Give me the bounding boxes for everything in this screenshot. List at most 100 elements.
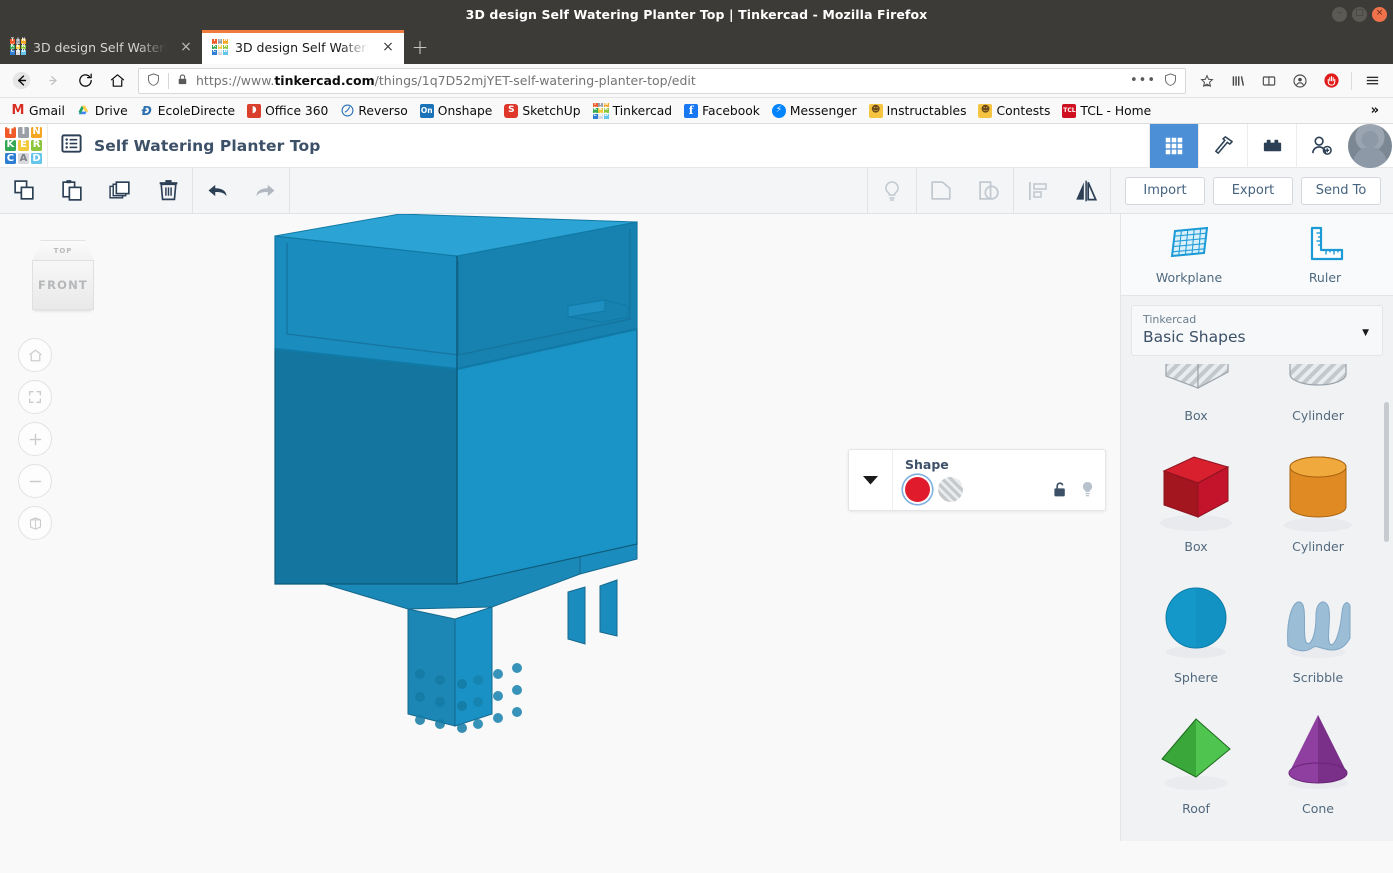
browser-toolbar-right bbox=[1192, 67, 1387, 95]
close-button[interactable]: × bbox=[1372, 7, 1387, 22]
library-select[interactable]: Tinkercad Basic Shapes ▼ bbox=[1131, 305, 1383, 356]
shape-panel-collapse-icon[interactable] bbox=[849, 450, 893, 510]
bookmark-label: Messenger bbox=[790, 104, 857, 118]
bookmark-contests[interactable]: ☻ Contests bbox=[973, 102, 1055, 120]
mirror-icon[interactable] bbox=[1062, 168, 1110, 214]
fit-to-view-icon[interactable] bbox=[18, 380, 52, 414]
duplicate-icon[interactable] bbox=[96, 168, 144, 214]
tab-close-icon[interactable]: × bbox=[178, 40, 194, 54]
window-titlebar: 3D design Self Watering Planter Top | Ti… bbox=[0, 0, 1393, 28]
bookmark-office360[interactable]: ◗ Office 360 bbox=[242, 102, 333, 120]
hammer-icon[interactable] bbox=[1198, 124, 1247, 168]
office360-icon: ◗ bbox=[247, 104, 261, 118]
shape-item-hole-cylinder[interactable]: Cylinder bbox=[1257, 364, 1379, 441]
star-icon[interactable] bbox=[1192, 67, 1222, 95]
shape-item-box[interactable]: Box bbox=[1135, 441, 1257, 572]
bookmark-tcl-home[interactable]: TCL TCL - Home bbox=[1057, 102, 1156, 120]
maximize-icon: □ bbox=[1355, 9, 1364, 18]
home-view-icon[interactable] bbox=[18, 338, 52, 372]
bookmark-onshape[interactable]: On Onshape bbox=[415, 102, 498, 120]
url-text[interactable]: https://www.tinkercad.com/things/1q7D52m… bbox=[196, 73, 1123, 88]
view-cube-top-label: TOP bbox=[54, 247, 73, 255]
import-button[interactable]: Import bbox=[1125, 177, 1205, 205]
paste-icon[interactable] bbox=[48, 168, 96, 214]
shapes-grid[interactable]: Box Cylinder bbox=[1121, 364, 1393, 841]
shapes-scrollbar[interactable] bbox=[1384, 402, 1389, 542]
shape-label: Sphere bbox=[1174, 664, 1218, 703]
close-icon: × bbox=[1376, 9, 1384, 18]
library-collection: Basic Shapes bbox=[1143, 328, 1371, 346]
bookmark-drive[interactable]: Drive bbox=[72, 102, 133, 120]
bookmark-instructables[interactable]: ☻ Instructables bbox=[864, 102, 972, 120]
bookmark-ecoledirecte[interactable]: Ɖ EcoleDirecte bbox=[135, 102, 240, 120]
shield-icon[interactable] bbox=[146, 72, 161, 90]
new-tab-button[interactable]: + bbox=[404, 30, 436, 64]
page-title[interactable]: Self Watering Planter Top bbox=[94, 137, 320, 155]
invite-person-icon[interactable] bbox=[1296, 124, 1345, 168]
zoom-out-icon[interactable] bbox=[18, 464, 52, 498]
trash-icon[interactable] bbox=[144, 168, 192, 214]
home-icon[interactable] bbox=[102, 67, 132, 95]
reload-icon[interactable] bbox=[70, 67, 100, 95]
editor-toolbar: Import Export Send To bbox=[0, 168, 1393, 214]
solid-color-swatch[interactable] bbox=[905, 477, 930, 502]
library-icon[interactable] bbox=[1223, 67, 1253, 95]
editor-canvas-area[interactable]: TOP FRONT Workplane bbox=[0, 214, 1393, 841]
view-cube[interactable]: TOP FRONT bbox=[22, 240, 106, 314]
sidebar-icon[interactable] bbox=[1254, 67, 1284, 95]
avatar[interactable] bbox=[1348, 124, 1392, 168]
tinkercad-logo[interactable]: T I N K E R C A D bbox=[0, 124, 48, 168]
gmail-icon: M bbox=[11, 104, 25, 118]
tab-close-icon[interactable]: × bbox=[380, 40, 396, 54]
browser-tab-1[interactable]: TIN KER CAD 3D design Self Watering × bbox=[0, 30, 202, 64]
send-to-button[interactable]: Send To bbox=[1301, 177, 1381, 205]
bricks-icon[interactable] bbox=[1247, 124, 1296, 168]
shape-item-scribble[interactable]: Scribble bbox=[1257, 572, 1379, 703]
bookmark-label: Facebook bbox=[702, 104, 760, 118]
bookmark-messenger[interactable]: ⚡ Messenger bbox=[767, 102, 862, 120]
zoom-in-icon[interactable] bbox=[18, 422, 52, 456]
undo-icon[interactable] bbox=[193, 168, 241, 214]
adblock-icon[interactable] bbox=[1316, 67, 1346, 95]
sidebar-item-workplane[interactable]: Workplane bbox=[1121, 214, 1257, 295]
view-cube-front-face[interactable]: FRONT bbox=[32, 260, 94, 310]
page-actions-icon[interactable]: ••• bbox=[1130, 73, 1156, 88]
cone-icon bbox=[1272, 703, 1364, 795]
browser-tab-2[interactable]: TIN KER CAD 3D design Self Watering × bbox=[202, 30, 404, 64]
hole-swatch[interactable] bbox=[938, 477, 963, 502]
shape-item-cone[interactable]: Cone bbox=[1257, 703, 1379, 834]
lightbulb-icon[interactable] bbox=[1080, 480, 1095, 503]
unlock-icon[interactable] bbox=[1052, 481, 1068, 503]
copy-icon[interactable] bbox=[0, 168, 48, 214]
project-menu-button[interactable] bbox=[48, 124, 94, 168]
shape-item-sphere[interactable]: Sphere bbox=[1135, 572, 1257, 703]
perspective-toggle-icon[interactable] bbox=[18, 506, 52, 540]
view-cube-top-face[interactable]: TOP bbox=[32, 240, 94, 262]
shape-item-cylinder[interactable]: Cylinder bbox=[1257, 441, 1379, 572]
export-button[interactable]: Export bbox=[1213, 177, 1293, 205]
shape-properties-panel[interactable]: Shape bbox=[848, 449, 1106, 511]
maximize-button[interactable]: □ bbox=[1352, 7, 1367, 22]
bookmarks-overflow-icon[interactable]: » bbox=[1363, 103, 1387, 118]
sidebar-item-ruler[interactable]: Ruler bbox=[1257, 214, 1393, 295]
bookmark-facebook[interactable]: f Facebook bbox=[679, 102, 765, 120]
browser-navigation-bar: https://www.tinkercad.com/things/1q7D52m… bbox=[0, 64, 1393, 98]
clipboard-group bbox=[0, 168, 192, 214]
url-bar[interactable]: https://www.tinkercad.com/things/1q7D52m… bbox=[138, 68, 1186, 94]
bookmark-gmail[interactable]: M Gmail bbox=[6, 102, 70, 120]
bookmark-reverso[interactable]: Reverso bbox=[335, 102, 412, 120]
contests-icon: ☻ bbox=[978, 104, 992, 118]
bookmark-sketchup[interactable]: S SketchUp bbox=[499, 102, 585, 120]
shape-item-roof[interactable]: Roof bbox=[1135, 703, 1257, 834]
blocks-grid-icon[interactable] bbox=[1149, 124, 1198, 168]
workplane-icon bbox=[1167, 225, 1211, 263]
shape-item-hole-box[interactable]: Box bbox=[1135, 364, 1257, 441]
hamburger-icon[interactable] bbox=[1357, 67, 1387, 95]
back-icon[interactable] bbox=[6, 67, 36, 95]
tab-title: 3D design Self Watering bbox=[33, 40, 171, 55]
minimize-button[interactable]: – bbox=[1332, 7, 1347, 22]
account-icon[interactable] bbox=[1285, 67, 1315, 95]
reader-mode-icon[interactable] bbox=[1163, 72, 1178, 90]
bookmark-tinkercad[interactable]: TIN KER CAD Tinkercad bbox=[588, 101, 677, 121]
bookmark-label: TCL - Home bbox=[1080, 104, 1151, 118]
